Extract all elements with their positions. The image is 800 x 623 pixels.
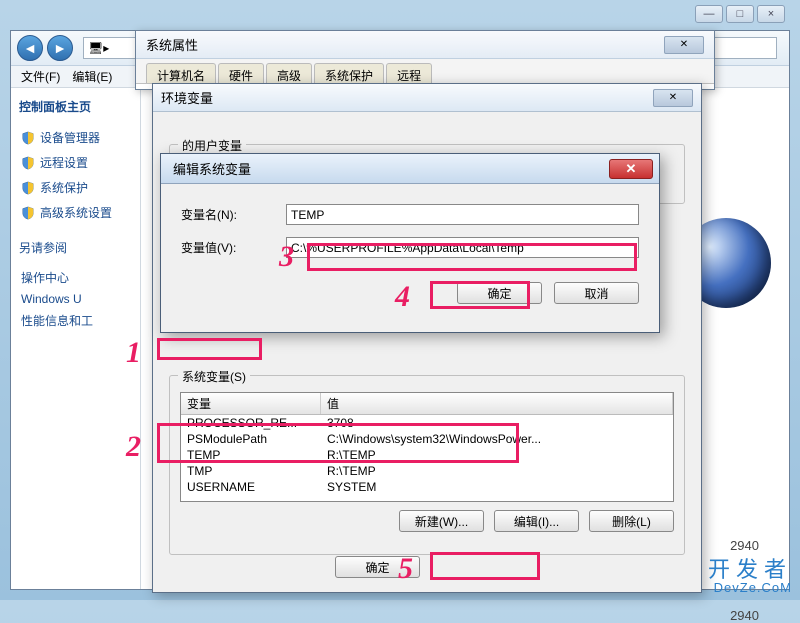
system-vars-label: 系统变量(S)	[178, 368, 250, 385]
list-header: 变量 值	[181, 393, 673, 415]
callout-1: 1	[126, 336, 141, 370]
left-title: 控制面板主页	[19, 98, 132, 115]
menu-file[interactable]: 文件(F)	[21, 68, 60, 85]
watermark: 开发者 DevZe.CoM	[708, 559, 792, 594]
var-name-input[interactable]	[286, 204, 639, 225]
close-icon[interactable]: ✕	[664, 36, 704, 54]
system-vars-group: 系统变量(S) 变量 值 PROCESSOR_RE...3708 PSModul…	[169, 375, 685, 555]
maximize-button[interactable]: □	[726, 5, 754, 23]
forward-button[interactable]: ►	[47, 35, 73, 61]
sidebar-item-label: 高级系统设置	[40, 204, 112, 221]
left-panel: 控制面板主页 设备管理器 远程设置 系统保护 高级系统设置 另请参阅 操作中心 …	[11, 88, 141, 589]
list-item[interactable]: PROCESSOR_RE...3708	[181, 415, 673, 431]
envdlg-title: 环境变量	[161, 88, 213, 107]
delete-button[interactable]: 删除(L)	[589, 510, 674, 532]
editdlg-title: 编辑系统变量	[173, 159, 251, 178]
var-value-input[interactable]	[286, 237, 639, 258]
ok-button[interactable]: 确定	[457, 282, 542, 304]
tab-advanced[interactable]: 高级	[266, 63, 312, 83]
close-button[interactable]: ×	[757, 5, 785, 23]
list-item[interactable]: TMPR:\TEMP	[181, 463, 673, 479]
list-item[interactable]: PSModulePathC:\Windows\system32\WindowsP…	[181, 431, 673, 447]
sidebar-item-label: 设备管理器	[40, 129, 100, 146]
new-button[interactable]: 新建(W)...	[399, 510, 484, 532]
callout-5: 5	[398, 552, 413, 586]
menu-edit[interactable]: 编辑(E)	[72, 68, 112, 85]
sidebar-item-device-mgr[interactable]: 设备管理器	[19, 125, 132, 150]
close-icon[interactable]: ✕	[609, 159, 653, 179]
col-value[interactable]: 值	[321, 393, 673, 414]
callout-4: 4	[395, 280, 410, 314]
tab-remote[interactable]: 远程	[386, 63, 432, 83]
shield-icon	[21, 131, 35, 145]
computer-icon: 🖥	[88, 41, 103, 55]
sidebar-item-label: 系统保护	[40, 179, 88, 196]
see-also-heading: 另请参阅	[19, 239, 132, 256]
list-item[interactable]: TEMPR:\TEMP	[181, 447, 673, 463]
sidebar-item-protect[interactable]: 系统保护	[19, 175, 132, 200]
breadcrumb-arrow: ▸	[103, 41, 109, 55]
user-vars-label: 的用户变量	[178, 137, 246, 154]
edit-system-variable-dialog: 编辑系统变量 ✕ 变量名(N): 变量值(V): 确定 取消	[160, 153, 660, 333]
tab-bar: 计算机名 硬件 高级 系统保护 远程	[136, 59, 714, 84]
sidebar-item-remote[interactable]: 远程设置	[19, 150, 132, 175]
var-value-label: 变量值(V):	[181, 239, 286, 256]
link-windows-update[interactable]: Windows U	[19, 289, 132, 309]
sysprops-title: 系统属性	[146, 35, 198, 54]
shield-icon	[21, 181, 35, 195]
close-icon[interactable]: ✕	[653, 89, 693, 107]
link-action-center[interactable]: 操作中心	[19, 266, 132, 289]
edit-button[interactable]: 编辑(I)...	[494, 510, 579, 532]
col-variable[interactable]: 变量	[181, 393, 321, 414]
metric-value-2: 2940	[730, 608, 759, 623]
tab-sysprotect[interactable]: 系统保护	[314, 63, 384, 83]
back-button[interactable]: ◄	[17, 35, 43, 61]
cancel-button[interactable]: 取消	[554, 282, 639, 304]
shield-icon	[21, 206, 35, 220]
tab-hardware[interactable]: 硬件	[218, 63, 264, 83]
sidebar-item-advanced[interactable]: 高级系统设置	[19, 200, 132, 225]
shield-icon	[21, 156, 35, 170]
callout-3: 3	[279, 240, 294, 274]
callout-2: 2	[126, 430, 141, 464]
metric-value-1: 2940	[730, 538, 759, 553]
var-name-label: 变量名(N):	[181, 206, 286, 223]
system-vars-list[interactable]: 变量 值 PROCESSOR_RE...3708 PSModulePathC:\…	[180, 392, 674, 502]
minimize-button[interactable]: —	[695, 5, 723, 23]
sidebar-item-label: 远程设置	[40, 154, 88, 171]
link-perf-info[interactable]: 性能信息和工	[19, 309, 132, 332]
tab-computername[interactable]: 计算机名	[146, 63, 216, 83]
list-item[interactable]: USERNAMESYSTEM	[181, 479, 673, 495]
system-properties-dialog: 系统属性 ✕ 计算机名 硬件 高级 系统保护 远程	[135, 30, 715, 90]
